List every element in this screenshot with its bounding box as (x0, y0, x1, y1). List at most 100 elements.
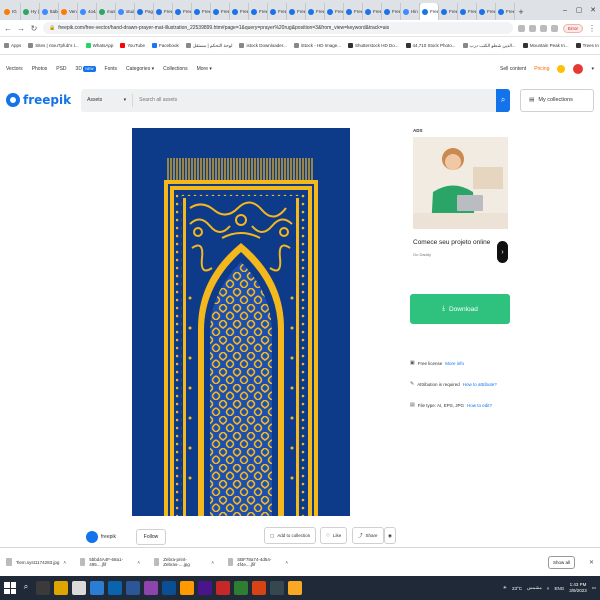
edge-icon[interactable] (90, 581, 104, 595)
file-explorer-icon[interactable] (54, 581, 68, 595)
bookmark-item[interactable]: Apps (4, 43, 21, 48)
browser-tab[interactable]: Free (211, 3, 230, 20)
browser-tab[interactable]: Free (325, 3, 344, 20)
bookmark-item[interactable]: Trees In Autumn Wi... (575, 43, 600, 48)
follow-button[interactable]: Follow (136, 528, 167, 545)
download-button[interactable]: ⤓ Download (410, 294, 510, 324)
bookmark-item[interactable]: YouTube (120, 43, 145, 48)
share-button[interactable]: ⤴ Share (352, 527, 384, 544)
extension-icon[interactable] (518, 24, 525, 32)
download-item[interactable]: 5bbd4A4F-68a1-495....jfif ˄ (80, 557, 140, 567)
add-to-collection-button[interactable]: ▢ Add to collection (264, 527, 317, 544)
search-button[interactable]: ⌕ (496, 88, 511, 112)
prayer-mat-image[interactable] (132, 128, 350, 516)
how-to-edit-link[interactable]: How to edit? (467, 403, 492, 408)
nav-more[interactable]: More ▾ (197, 66, 212, 72)
pricing-link[interactable]: Pricing (534, 66, 549, 72)
close-icon[interactable]: ✕ (589, 559, 594, 566)
bookmark-item[interactable]: Facebook (152, 43, 179, 48)
browser-tab[interactable]: Free (344, 3, 363, 20)
vscode-icon[interactable] (108, 581, 122, 595)
author-avatar[interactable] (86, 530, 98, 543)
bookmark-item[interactable]: WhatsApp (85, 43, 113, 48)
task-view-icon[interactable] (36, 581, 50, 595)
browser-tab[interactable]: Free (382, 3, 401, 20)
bookmark-item[interactable]: istock Downloader... (239, 43, 287, 48)
browser-tab[interactable]: Free (268, 3, 287, 20)
freepik-logo[interactable]: freepik (6, 93, 71, 107)
nav-psd[interactable]: PSD (56, 66, 66, 72)
browser-tab[interactable]: Free (173, 3, 192, 20)
nav-vectors[interactable]: Vectors (6, 66, 23, 72)
how-to-attribute-link[interactable]: How to attribute? (463, 382, 497, 387)
more-options-button[interactable]: ◉ (384, 527, 396, 544)
browser-tab[interactable]: Free (458, 3, 477, 20)
search-input[interactable] (133, 88, 497, 112)
ad-card[interactable]: Comece seu projeto online Go Daddy › (413, 137, 508, 269)
chevron-up-icon[interactable]: ˄ (547, 586, 550, 591)
search-icon[interactable]: ⌕ (20, 582, 32, 594)
notification-center-icon[interactable]: ▭ (592, 585, 596, 591)
new-tab-icon[interactable]: + (515, 3, 527, 20)
search-type-select[interactable]: Assets ▾ (81, 93, 134, 107)
bookmark-item[interactable]: لوحة التحكم | مستقل (185, 43, 232, 49)
bookmark-item[interactable]: الذين شطو الكتب درب... (462, 43, 516, 49)
forward-icon[interactable]: → (17, 24, 25, 33)
premiere-icon[interactable] (144, 581, 158, 595)
language-indicator[interactable]: ENG (554, 586, 564, 591)
download-item[interactable]: SBF78a74-4d54-4f4e....jfif ˄ (228, 557, 288, 567)
author-name[interactable]: freepik (101, 534, 116, 540)
browser-tab[interactable]: Free (287, 3, 306, 20)
nav-3d[interactable]: 3D NEW (76, 66, 96, 72)
profile-error-badge[interactable]: Error (563, 23, 583, 33)
menu-dots-icon[interactable]: ⋮ (588, 24, 596, 33)
back-icon[interactable]: ← (4, 24, 12, 33)
browser-tab[interactable]: Free (306, 3, 325, 20)
nav-collections[interactable]: Collections (163, 66, 187, 72)
extension-icon[interactable] (529, 24, 536, 32)
app-icon[interactable] (270, 581, 284, 595)
bookmark-item[interactable]: iStock - HD Image... (293, 43, 341, 48)
my-collections-button[interactable]: ▤ My collections (520, 88, 594, 112)
after-effects-icon[interactable] (198, 581, 212, 595)
sell-content-link[interactable]: Sell content (500, 66, 526, 72)
chevron-up-icon[interactable]: ˄ (285, 560, 288, 565)
bookmark-item[interactable]: Mountain Peak In... (522, 43, 569, 48)
bookmark-item[interactable]: Sites | ntouTpfub's t... (28, 43, 79, 48)
illustrator-icon[interactable] (180, 581, 194, 595)
maximize-icon[interactable]: ▢ (572, 6, 586, 14)
more-info-link[interactable]: More info (445, 361, 464, 366)
download-item[interactable]: Tiem.syst1174283.jpg ˄ (6, 558, 66, 566)
browser-tab[interactable]: Page (135, 3, 154, 20)
photoshop-icon[interactable] (162, 581, 176, 595)
nav-categories[interactable]: Categories ▾ (126, 66, 154, 72)
ad-arrow-button[interactable]: › (497, 241, 508, 263)
extension-icon[interactable] (551, 24, 558, 32)
download-item[interactable]: Zebra-print-Zebras-....jpg ˄ (154, 557, 214, 567)
browser-tab[interactable]: music (97, 3, 116, 20)
minimize-icon[interactable]: – (558, 7, 572, 14)
browser-tab[interactable]: IG (2, 3, 21, 20)
bookmark-item[interactable]: Shutterstock HD Do... (348, 43, 399, 48)
acrobat-icon[interactable] (216, 581, 230, 595)
browser-tab[interactable]: Vendor (59, 3, 78, 20)
nav-photos[interactable]: Photos (32, 66, 48, 72)
browser-tab[interactable]: Free (192, 3, 211, 20)
nav-fonts[interactable]: Fonts (105, 66, 118, 72)
chrome-icon[interactable] (72, 581, 86, 595)
like-button[interactable]: ♡ Like (320, 527, 348, 544)
app-icon[interactable] (252, 581, 266, 595)
browser-tab[interactable]: Free (230, 3, 249, 20)
bookmark-item[interactable]: 44,710 Stock Photo... (405, 43, 456, 48)
app-icon[interactable] (234, 581, 248, 595)
chevron-down-icon[interactable]: ▾ (591, 66, 594, 72)
browser-tab[interactable]: Hy (3) (21, 3, 40, 20)
browser-tab[interactable]: ttabdi4 (40, 3, 59, 20)
extension-icon[interactable] (540, 24, 547, 32)
browser-tab[interactable]: Free (477, 3, 496, 20)
url-field[interactable]: 🔒 freepik.com/free-vector/hand-drawn-pra… (43, 22, 513, 34)
show-all-button[interactable]: Show all (547, 555, 575, 569)
chevron-up-icon[interactable]: ˄ (211, 560, 214, 565)
browser-tab[interactable]: Free (249, 3, 268, 20)
word-icon[interactable] (126, 581, 140, 595)
